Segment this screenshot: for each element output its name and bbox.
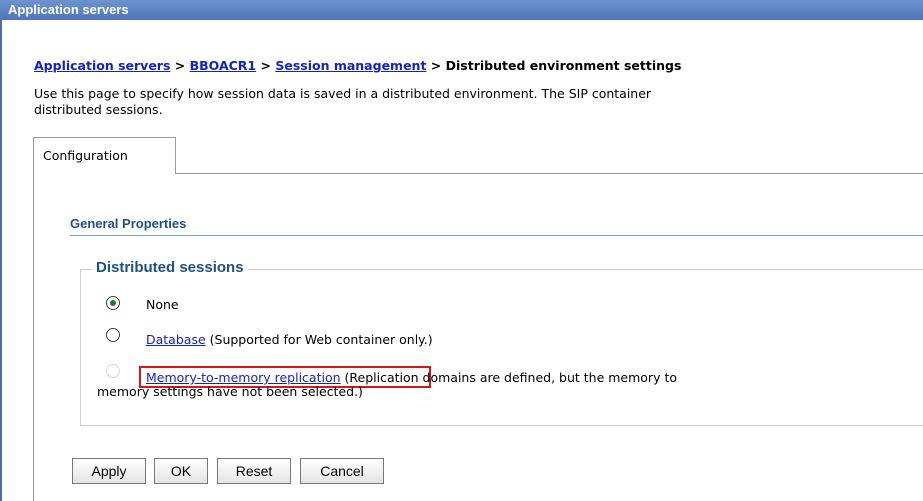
option-database: Database (Supported for Web container on… <box>146 332 433 347</box>
reset-button[interactable]: Reset <box>217 458 291 484</box>
breadcrumb-separator: > <box>430 58 442 73</box>
tab-panel-border <box>33 173 34 501</box>
option-memory-to-memory: Memory-to-memory replication (Replicatio… <box>146 370 677 385</box>
radio-memory-to-memory[interactable] <box>106 364 120 378</box>
ok-button[interactable]: OK <box>154 458 208 484</box>
section-divider <box>70 235 923 236</box>
radio-database[interactable] <box>106 328 120 342</box>
breadcrumb-current: Distributed environment settings <box>445 58 682 73</box>
database-link[interactable]: Database <box>146 332 206 347</box>
distributed-sessions-legend: Distributed sessions <box>92 259 248 276</box>
breadcrumb-bboacr1[interactable]: BBOACR1 <box>190 58 257 73</box>
breadcrumb-session-management[interactable]: Session management <box>275 58 426 73</box>
description-line: Use this page to specify how session dat… <box>34 86 652 101</box>
tab-panel-border <box>176 173 923 174</box>
memory-to-memory-link[interactable]: Memory-to-memory replication <box>146 370 341 385</box>
tab-configuration[interactable]: Configuration <box>33 137 176 174</box>
tab-label: Configuration <box>43 148 128 163</box>
description-line: distributed sessions. <box>34 102 163 117</box>
database-note: (Supported for Web container only.) <box>209 332 433 347</box>
left-border <box>0 20 2 501</box>
breadcrumb-separator: > <box>174 58 186 73</box>
radio-none[interactable] <box>106 296 120 310</box>
cancel-button[interactable]: Cancel <box>300 458 384 484</box>
breadcrumb-separator: > <box>260 58 271 73</box>
window-title-bar: Application servers <box>0 0 923 20</box>
breadcrumb-application-servers[interactable]: Application servers <box>34 58 170 73</box>
breadcrumb: Application servers > BBOACR1 > Session … <box>34 58 681 73</box>
apply-button[interactable]: Apply <box>72 458 146 484</box>
memory-to-memory-note-cont: memory settings have not been selected.) <box>97 384 363 399</box>
window-title: Application servers <box>8 2 129 17</box>
option-none-label: None <box>146 297 179 312</box>
memory-to-memory-note: (Replication domains are defined, but th… <box>344 370 677 385</box>
distributed-sessions-group <box>80 269 923 426</box>
general-properties-heading: General Properties <box>70 216 187 231</box>
page-description: Use this page to specify how session dat… <box>34 86 923 118</box>
